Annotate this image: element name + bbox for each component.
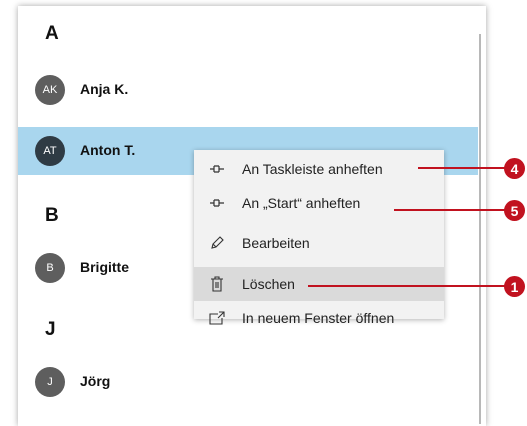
menu-item-label: An „Start“ anheften (242, 195, 361, 211)
menu-item-label: Bearbeiten (242, 235, 310, 251)
contact-row-anja[interactable]: AK Anja K. (18, 66, 478, 114)
menu-item-label: Löschen (242, 276, 295, 292)
callout-badge-start: 5 (504, 200, 525, 221)
contact-name: Anja K. (80, 81, 129, 97)
menu-item-label: In neuem Fenster öffnen (242, 310, 395, 326)
open-window-icon (208, 309, 226, 327)
context-menu: An Taskleiste anheften An „Start“ anheft… (194, 150, 444, 326)
callout-line-start (394, 209, 510, 211)
avatar: J (35, 367, 65, 397)
callout-line-delete (308, 285, 510, 287)
callout-badge-taskbar: 4 (504, 158, 525, 179)
contact-name: Brigitte (80, 259, 129, 275)
menu-item-delete[interactable]: Löschen (194, 267, 444, 301)
avatar: B (35, 253, 65, 283)
menu-item-pin-taskbar[interactable]: An Taskleiste anheften (194, 152, 444, 186)
group-header-b: B (45, 205, 59, 226)
contact-row-joerg[interactable]: J Jörg (18, 358, 478, 406)
pencil-icon (208, 234, 226, 252)
callout-badge-delete: 1 (504, 276, 525, 297)
avatar: AT (35, 136, 65, 166)
pin-icon (208, 194, 226, 212)
callout-line-taskbar (418, 167, 510, 169)
group-header-a: A (45, 23, 59, 44)
pin-icon (208, 160, 226, 178)
menu-item-label: An Taskleiste anheften (242, 161, 383, 177)
menu-item-pin-start[interactable]: An „Start“ anheften (194, 186, 444, 220)
menu-item-edit[interactable]: Bearbeiten (194, 226, 444, 260)
menu-item-new-window[interactable]: In neuem Fenster öffnen (194, 301, 444, 335)
scrollbar[interactable] (479, 34, 481, 424)
avatar: AK (35, 75, 65, 105)
contact-name: Anton T. (80, 142, 136, 158)
trash-icon (208, 275, 226, 293)
group-header-j: J (45, 319, 56, 340)
contact-name: Jörg (80, 373, 111, 389)
